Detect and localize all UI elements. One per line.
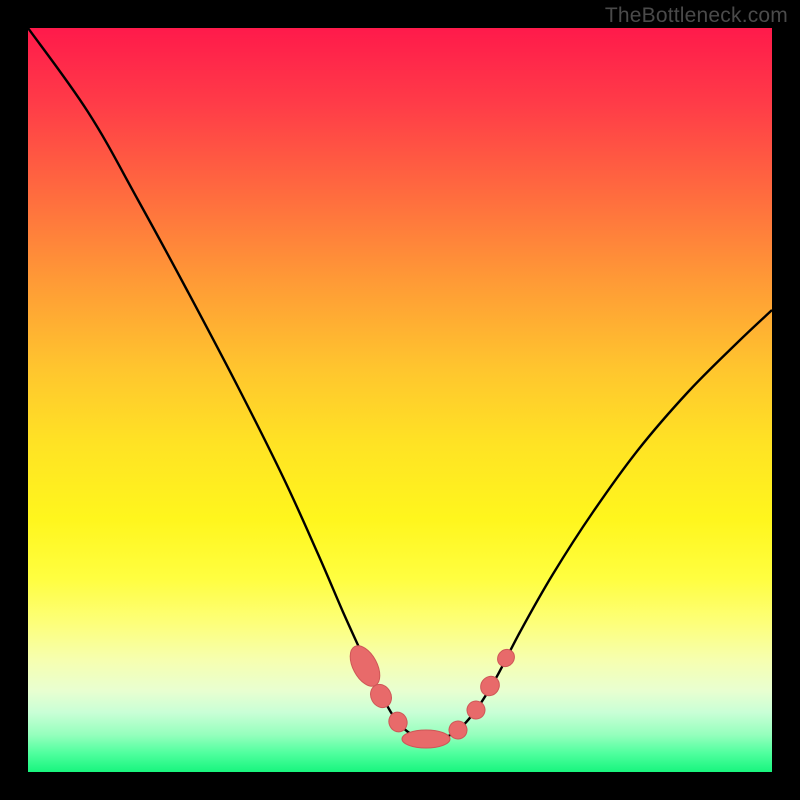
chart-frame: TheBottleneck.com — [0, 0, 800, 800]
chart-svg — [28, 28, 772, 772]
marker-bead — [344, 641, 386, 691]
curve-markers — [344, 641, 518, 748]
marker-bead — [494, 646, 518, 670]
curve-line — [28, 28, 772, 740]
watermark-text: TheBottleneck.com — [605, 4, 788, 28]
marker-bead — [402, 730, 450, 748]
marker-bead — [477, 673, 503, 700]
plot-area — [28, 28, 772, 772]
marker-bead — [464, 698, 489, 723]
